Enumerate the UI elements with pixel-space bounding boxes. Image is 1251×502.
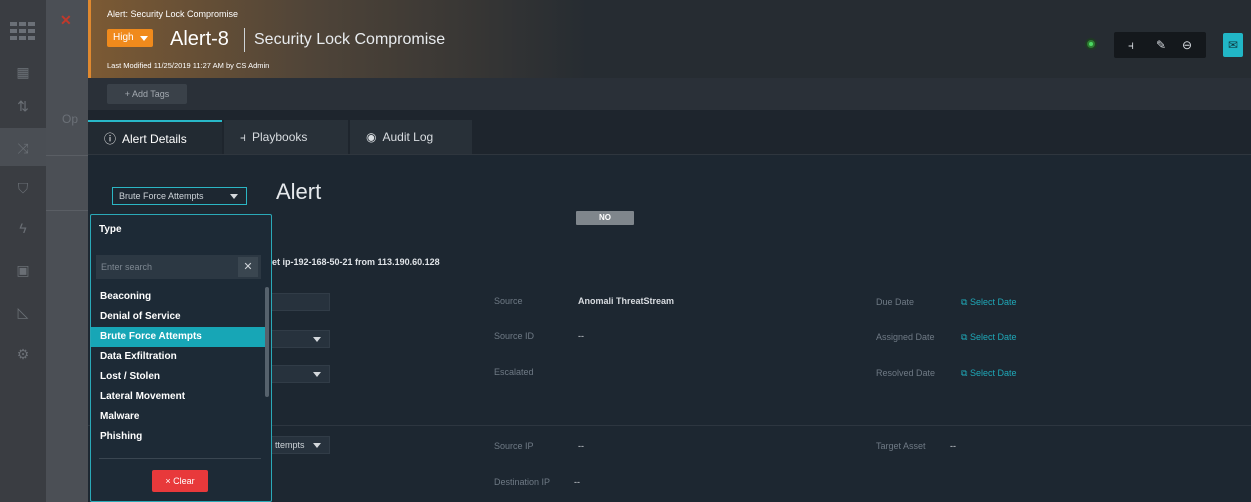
title-separator [244, 28, 245, 52]
destination-ip-value: -- [574, 477, 580, 487]
select-field[interactable] [270, 365, 330, 383]
settings-icon[interactable]: ⚙ [13, 344, 33, 364]
clear-button[interactable]: × Clear [152, 470, 208, 492]
option-item[interactable]: Malware [91, 407, 265, 427]
due-date-label: Due Date [876, 297, 915, 307]
edit-icon[interactable]: ✎ [1152, 37, 1170, 53]
source-value: Anomali ThreatStream [578, 296, 675, 306]
briefcase-icon[interactable]: ▣ [13, 260, 33, 280]
source-id-label: Source ID [494, 331, 535, 341]
app-logo-icon [10, 22, 35, 40]
header-accent-bar [88, 0, 91, 78]
shuffle-icon[interactable]: ⤨ [13, 138, 33, 158]
header-toolbar: ⫞ ✎ ⊖ [1114, 32, 1206, 58]
dropdown-title: Type [99, 224, 122, 235]
assigned-date-label: Assigned Date [876, 332, 935, 342]
chevron-down-icon [313, 443, 321, 448]
scrollbar[interactable] [265, 287, 269, 397]
select-date-label: Select Date [969, 332, 1017, 342]
escalated-label: Escalated [494, 367, 534, 377]
status-indicator-icon [1085, 38, 1097, 50]
source-label: Source [494, 296, 523, 306]
type-select-value: Brute Force Attempts [119, 191, 204, 201]
target-asset-value: -- [950, 441, 956, 451]
type-select[interactable]: Brute Force Attempts [112, 187, 247, 205]
target-asset-label: Target Asset [876, 441, 926, 451]
chevron-down-icon [313, 337, 321, 342]
page-title: Alert [276, 179, 322, 204]
severity-label: High [113, 32, 134, 43]
option-item[interactable]: Phishing [91, 427, 265, 447]
select-date-label: Select Date [969, 368, 1017, 378]
source-id-value: -- [578, 331, 584, 341]
calendar-icon: ⧉ [961, 297, 968, 307]
tab-label: Alert Details [122, 132, 187, 146]
panel-label: Op [62, 112, 79, 126]
option-item[interactable]: Beaconing [91, 287, 265, 307]
due-date-select[interactable]: ⧉ Select Date [961, 297, 1016, 308]
select-date-label: Select Date [969, 297, 1017, 307]
chevron-down-icon [313, 372, 321, 377]
alert-description: et ip-192-168-50-21 from 113.190.60.128 [272, 257, 440, 267]
left-nav: ▦ ⇅ ⤨ ⛉ ϟ ▣ ◺ ⚙ [0, 0, 46, 502]
type-field-value: ttempts [275, 440, 305, 450]
chat-button[interactable]: ✉ [1223, 33, 1243, 57]
resolved-date-select[interactable]: ⧉ Select Date [961, 368, 1016, 379]
dropdown-search: ✕ [96, 255, 261, 279]
assigned-date-select[interactable]: ⧉ Select Date [961, 332, 1016, 343]
shield-icon[interactable]: ⛉ [13, 178, 33, 198]
bolt-icon[interactable]: ϟ [13, 218, 33, 238]
search-input[interactable] [96, 255, 234, 279]
select-field[interactable] [270, 330, 330, 348]
divider [46, 210, 88, 211]
calendar-icon: ⧉ [961, 368, 968, 378]
info-icon: ⓘ [104, 132, 117, 146]
type-field[interactable]: ttempts [270, 436, 330, 454]
option-list: Beaconing Denial of Service Brute Force … [91, 287, 265, 455]
tab-audit-log[interactable]: ◉ Audit Log [350, 120, 472, 154]
source-ip-value: -- [578, 441, 584, 451]
option-item[interactable]: Data Exfiltration [91, 347, 265, 367]
tab-label: Audit Log [382, 130, 434, 144]
source-ip-label: Source IP [494, 441, 534, 451]
secondary-panel: ✕ Op [46, 0, 88, 502]
chart-icon[interactable]: ◺ [13, 302, 33, 322]
last-modified: Last Modified 11/25/2019 11:27 AM by CS … [107, 61, 270, 70]
alert-name: Security Lock Compromise [254, 31, 446, 48]
playbook-icon[interactable]: ⫞ [1122, 37, 1140, 53]
chevron-down-icon [230, 194, 238, 199]
divider [99, 458, 261, 459]
escalated-toggle[interactable]: NO [576, 211, 634, 225]
eye-icon: ◉ [366, 130, 377, 144]
chat-icon: ✉ [1227, 38, 1239, 52]
alert-header: Alert: Security Lock Compromise High Ale… [88, 0, 1251, 78]
destination-ip-label: Destination IP [494, 477, 551, 487]
close-icon[interactable]: ✕ [60, 12, 72, 29]
playbook-icon: ⫞ [240, 130, 247, 144]
calendar-icon: ⧉ [961, 332, 968, 342]
chevron-down-icon [140, 36, 148, 41]
option-item-selected[interactable]: Brute Force Attempts [91, 327, 265, 347]
breadcrumb: Alert: Security Lock Compromise [107, 9, 239, 19]
sort-icon[interactable]: ⇅ [13, 96, 33, 116]
add-tags-button[interactable]: + Add Tags [107, 84, 187, 104]
resolved-date-label: Resolved Date [876, 368, 936, 378]
option-item[interactable]: Lost / Stolen [91, 367, 265, 387]
dashboard-icon[interactable]: ▦ [13, 62, 33, 82]
text-field[interactable] [270, 293, 330, 311]
severity-dropdown[interactable]: High [107, 29, 153, 47]
type-dropdown-popup: Type ✕ Beaconing Denial of Service Brute… [90, 214, 272, 502]
tab-playbooks[interactable]: ⫞ Playbooks [224, 120, 348, 154]
link-icon[interactable]: ⊖ [1178, 37, 1196, 53]
option-item[interactable]: Lateral Movement [91, 387, 265, 407]
alert-id: Alert-8 [170, 28, 229, 50]
tab-alert-details[interactable]: ⓘ Alert Details [88, 120, 222, 154]
tag-bar: + Add Tags [88, 78, 1251, 110]
divider [46, 155, 88, 156]
tab-label: Playbooks [252, 130, 308, 144]
tab-bar: ⓘ Alert Details ⫞ Playbooks ◉ Audit Log [88, 120, 1251, 154]
clear-search-icon[interactable]: ✕ [238, 257, 258, 277]
app-root: ▦ ⇅ ⤨ ⛉ ϟ ▣ ◺ ⚙ ✕ Op Alert: Security Loc… [0, 0, 1251, 502]
option-item[interactable]: Denial of Service [91, 307, 265, 327]
